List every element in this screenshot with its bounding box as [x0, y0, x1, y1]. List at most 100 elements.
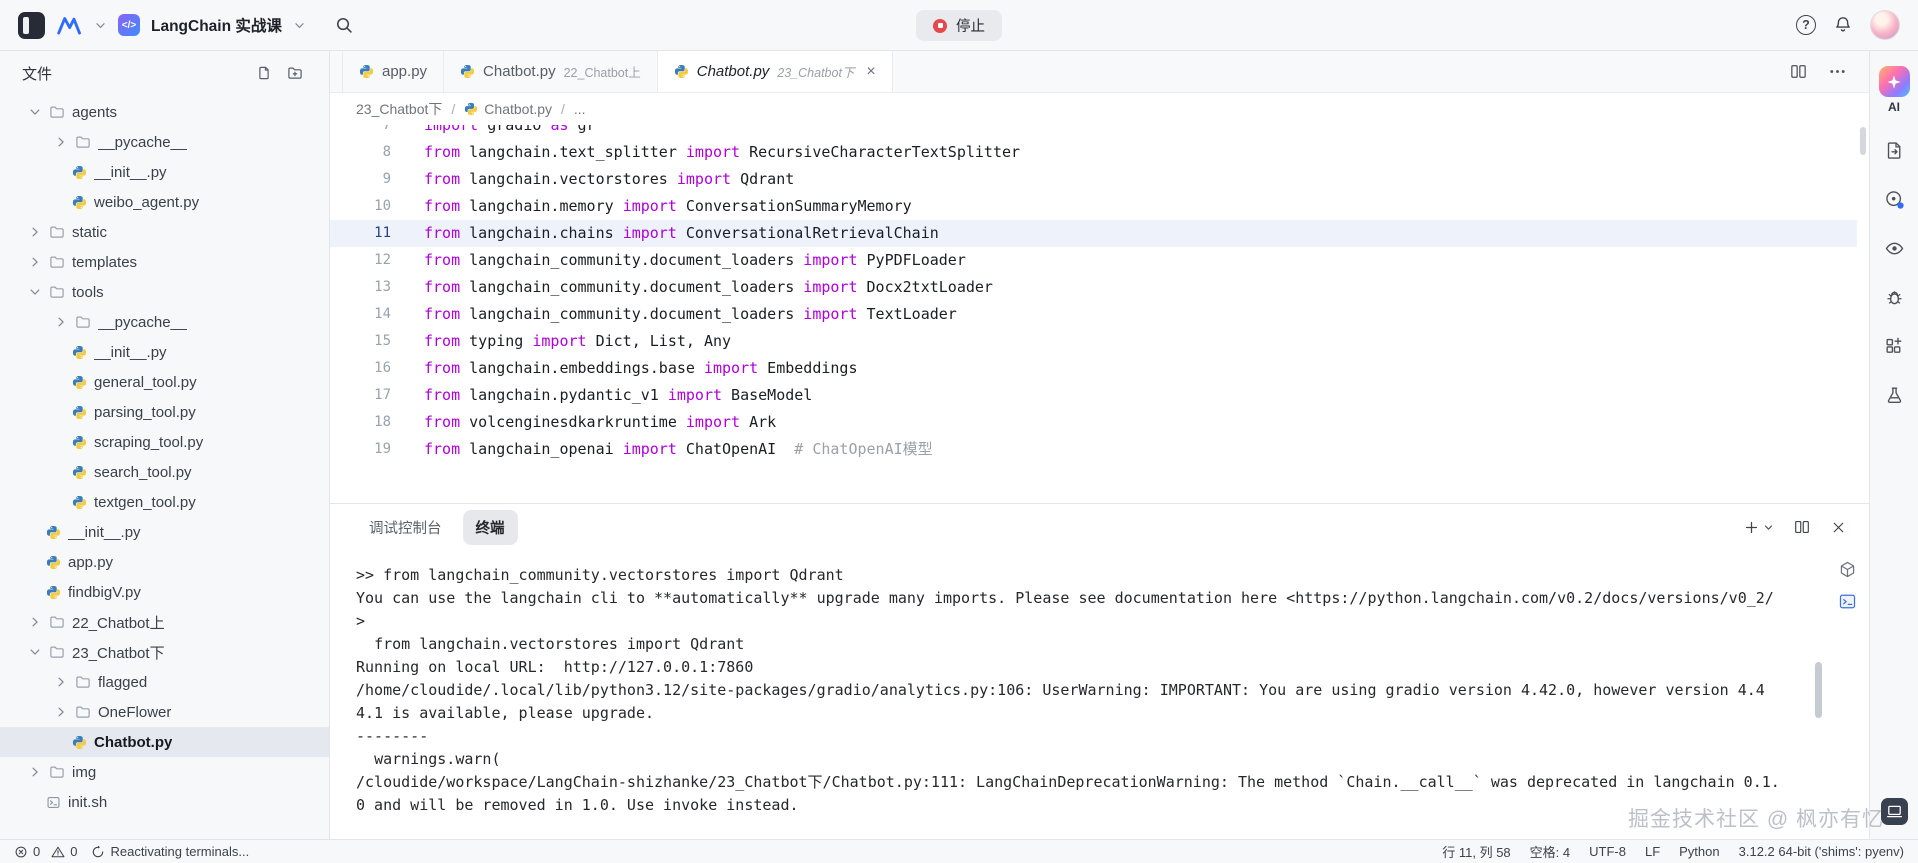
tree-folder-22_Chatbot上[interactable]: 22_Chatbot上 — [0, 607, 329, 637]
new-file-icon[interactable] — [256, 65, 272, 81]
code-line-14[interactable]: 14from langchain_community.document_load… — [330, 301, 1857, 328]
code-line-16[interactable]: 16from langchain.embeddings.base import … — [330, 355, 1857, 382]
code-line-10[interactable]: 10from langchain.memory import Conversat… — [330, 193, 1857, 220]
tab-Chatbot.py[interactable]: Chatbot.py23_Chatbot下× — [658, 51, 893, 92]
code-line-9[interactable]: 9from langchain.vectorstores import Qdra… — [330, 166, 1857, 193]
panel-tab-终端[interactable]: 终端 — [463, 510, 518, 545]
ai-assistant-icon[interactable] — [1879, 66, 1910, 97]
beaker-icon[interactable] — [1871, 371, 1917, 420]
code-line-13[interactable]: 13from langchain_community.document_load… — [330, 274, 1857, 301]
cube-icon[interactable] — [1838, 560, 1857, 579]
statusbar-indentation[interactable]: 空格: 4 — [1530, 842, 1570, 861]
problems-indicator[interactable]: 0 0 — [14, 844, 77, 859]
stop-button[interactable]: 停止 — [916, 10, 1002, 41]
tree-folder-__pycache__[interactable]: __pycache__ — [0, 307, 329, 337]
warning-icon — [51, 845, 65, 859]
tab-Chatbot.py[interactable]: Chatbot.py22_Chatbot上 — [444, 51, 658, 92]
tree-file-search_tool.py[interactable]: search_tool.py — [0, 457, 329, 487]
tree-file-general_tool.py[interactable]: general_tool.py — [0, 367, 329, 397]
chevron-right-icon — [28, 225, 42, 239]
tree-file-init.sh[interactable]: init.sh — [0, 787, 329, 817]
chevron-down-icon — [28, 105, 42, 119]
project-name[interactable]: LangChain 实战课 — [151, 14, 282, 36]
code-editor[interactable]: 7import gradio as gr8from langchain.text… — [330, 125, 1869, 503]
tree-folder-__pycache__[interactable]: __pycache__ — [0, 127, 329, 157]
code-line-7[interactable]: 7import gradio as gr — [330, 125, 1857, 139]
panel-tab-调试控制台[interactable]: 调试控制台 — [356, 510, 455, 545]
tree-file-findbigV.py[interactable]: findbigV.py — [0, 577, 329, 607]
tab-label: Chatbot.py — [483, 63, 556, 80]
tree-folder-23_Chatbot下[interactable]: 23_Chatbot下 — [0, 637, 329, 667]
statusbar-python-interpreter[interactable]: 3.12.2 64-bit ('shims': pyenv) — [1739, 844, 1904, 859]
bug-icon[interactable] — [1871, 273, 1917, 322]
tree-folder-OneFlower[interactable]: OneFlower — [0, 697, 329, 727]
tree-folder-flagged[interactable]: flagged — [0, 667, 329, 697]
explorer-sidebar: 文件 agents__pycache____init__.pyweibo_age… — [0, 51, 330, 839]
breadcrumb-item[interactable]: ... — [574, 101, 586, 117]
new-terminal-button[interactable] — [1743, 519, 1774, 536]
tree-file-__init__.py[interactable]: __init__.py — [0, 517, 329, 547]
code-line-15[interactable]: 15from typing import Dict, List, Any — [330, 328, 1857, 355]
breadcrumb-label: ... — [574, 101, 586, 117]
breadcrumb-item[interactable]: 23_Chatbot下 — [356, 99, 442, 119]
tree-file-textgen_tool.py[interactable]: textgen_tool.py — [0, 487, 329, 517]
tree-file-Chatbot.py[interactable]: Chatbot.py — [0, 727, 329, 757]
tree-file-app.py[interactable]: app.py — [0, 547, 329, 577]
statusbar-encoding[interactable]: UTF-8 — [1589, 844, 1626, 859]
code-line-12[interactable]: 12from langchain_community.document_load… — [330, 247, 1857, 274]
tree-folder-agents[interactable]: agents — [0, 97, 329, 127]
close-panel-icon[interactable] — [1830, 519, 1847, 536]
help-icon[interactable]: ? — [1796, 15, 1816, 35]
chevron-down-icon[interactable] — [293, 19, 306, 32]
code-line-19[interactable]: 19from langchain_openai import ChatOpenA… — [330, 436, 1857, 463]
terminal-session-icon[interactable] — [1838, 592, 1857, 611]
tree-file-__init__.py[interactable]: __init__.py — [0, 157, 329, 187]
terminal-status[interactable]: Reactivating terminals... — [91, 844, 249, 859]
breadcrumb-item[interactable]: Chatbot.py — [464, 101, 552, 117]
code-line-18[interactable]: 18from volcenginesdkarkruntime import Ar… — [330, 409, 1857, 436]
tree-file-parsing_tool.py[interactable]: parsing_tool.py — [0, 397, 329, 427]
tree-file-scraping_tool.py[interactable]: scraping_tool.py — [0, 427, 329, 457]
tree-folder-img[interactable]: img — [0, 757, 329, 787]
sidebar-toggle-icon[interactable] — [18, 12, 45, 39]
scrollbar-thumb[interactable] — [1815, 662, 1822, 718]
code-line-17[interactable]: 17from langchain.pydantic_v1 import Base… — [330, 382, 1857, 409]
user-avatar[interactable] — [1870, 10, 1900, 40]
folder-icon — [49, 104, 65, 120]
editor-scrollbar[interactable] — [1860, 127, 1866, 155]
statusbar-cursor-position[interactable]: 行 11, 列 58 — [1442, 842, 1510, 861]
statusbar-language-mode[interactable]: Python — [1679, 844, 1719, 859]
panel-header: 调试控制台终端 — [330, 504, 1869, 550]
chevron-right-icon — [28, 255, 42, 269]
chevron-right-icon — [54, 675, 68, 689]
close-icon[interactable]: × — [866, 63, 875, 81]
code-line-11[interactable]: 11from langchain.chains import Conversat… — [330, 220, 1857, 247]
python-file-icon — [72, 405, 87, 420]
document-export-icon[interactable] — [1871, 126, 1917, 175]
terminal-scrollbar[interactable] — [1811, 550, 1825, 839]
radar-badge-icon[interactable] — [1871, 175, 1917, 224]
eye-icon[interactable] — [1871, 224, 1917, 273]
tree-folder-tools[interactable]: tools — [0, 277, 329, 307]
tree-folder-templates[interactable]: templates — [0, 247, 329, 277]
new-folder-icon[interactable] — [287, 65, 303, 81]
breadcrumb: 23_Chatbot下/Chatbot.py/... — [330, 93, 1869, 125]
python-file-icon — [460, 64, 475, 79]
split-panel-icon[interactable] — [1793, 518, 1811, 536]
bell-icon[interactable] — [1833, 15, 1853, 35]
chevron-down-icon[interactable] — [94, 19, 107, 32]
statusbar-eol[interactable]: LF — [1645, 844, 1660, 859]
titlebar: </> LangChain 实战课 停止 ? — [0, 0, 1918, 51]
terminal-output[interactable]: >> from langchain_community.vectorstores… — [330, 550, 1811, 839]
platform-logo[interactable] — [56, 14, 83, 37]
tab-app.py[interactable]: app.py — [342, 51, 444, 92]
tree-file-__init__.py[interactable]: __init__.py — [0, 337, 329, 367]
more-actions-icon[interactable] — [1828, 62, 1847, 81]
remote-laptop-icon[interactable] — [1881, 798, 1908, 825]
extensions-icon[interactable] — [1871, 322, 1917, 371]
tree-folder-static[interactable]: static — [0, 217, 329, 247]
search-icon[interactable] — [335, 16, 354, 35]
code-line-8[interactable]: 8from langchain.text_splitter import Rec… — [330, 139, 1857, 166]
tree-file-weibo_agent.py[interactable]: weibo_agent.py — [0, 187, 329, 217]
split-editor-icon[interactable] — [1789, 62, 1808, 81]
